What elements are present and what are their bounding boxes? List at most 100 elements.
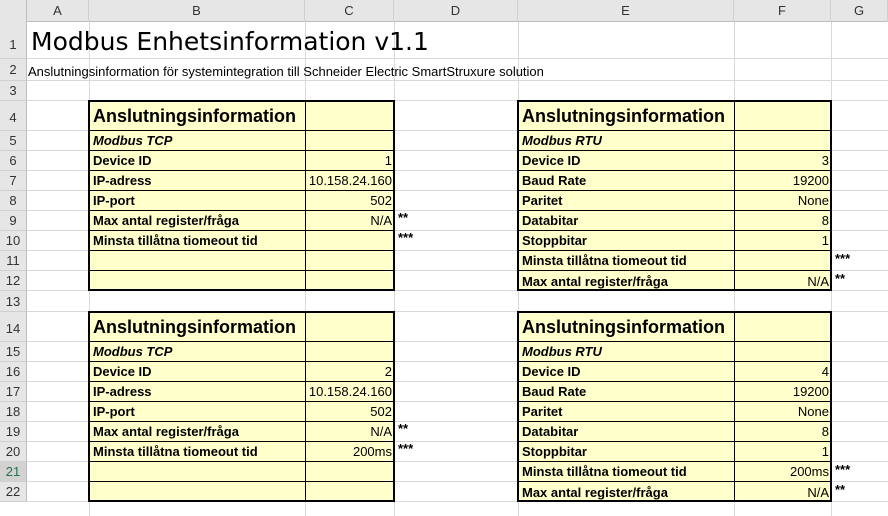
- column-header-a[interactable]: A: [27, 0, 89, 22]
- row-header-14[interactable]: 14: [0, 312, 27, 342]
- field-label-stop-bits[interactable]: Stoppbitar: [519, 442, 735, 462]
- field-label-parity[interactable]: Paritet: [519, 191, 735, 211]
- panel-protocol[interactable]: Modbus TCP: [90, 342, 306, 362]
- column-header-f[interactable]: F: [734, 0, 831, 22]
- field-label-timeout[interactable]: Minsta tillåtna tiomeout tid: [90, 231, 306, 251]
- field-label-empty[interactable]: [90, 482, 306, 502]
- panel-protocol-empty[interactable]: [735, 131, 832, 151]
- field-label-device-id[interactable]: Device ID: [90, 362, 306, 382]
- field-label-timeout[interactable]: Minsta tillåtna tiomeout tid: [519, 251, 735, 271]
- field-label-empty[interactable]: [90, 251, 306, 271]
- field-value-parity[interactable]: None: [735, 402, 832, 422]
- row-header-15[interactable]: 15: [0, 342, 27, 362]
- row-header-10[interactable]: 10: [0, 231, 27, 251]
- field-label-ip-port[interactable]: IP-port: [90, 402, 306, 422]
- field-value-timeout[interactable]: 200ms: [306, 442, 395, 462]
- row-header-16[interactable]: 16: [0, 362, 27, 382]
- field-value-device-id[interactable]: 2: [306, 362, 395, 382]
- row-header-19[interactable]: 19: [0, 422, 27, 442]
- field-label-stop-bits[interactable]: Stoppbitar: [519, 231, 735, 251]
- field-label-ip-address[interactable]: IP-adress: [90, 382, 306, 402]
- field-value-max-registers[interactable]: N/A: [735, 482, 832, 502]
- row-header-13[interactable]: 13: [0, 291, 27, 312]
- row-header-1[interactable]: 1: [0, 22, 27, 59]
- field-value-ip-address[interactable]: 10.158.24.160: [306, 171, 395, 191]
- panel-heading[interactable]: Anslutningsinformation: [90, 102, 306, 131]
- field-value-empty[interactable]: [306, 462, 395, 482]
- field-value-parity[interactable]: None: [735, 191, 832, 211]
- panel-protocol[interactable]: Modbus TCP: [90, 131, 306, 151]
- row-header-4[interactable]: 4: [0, 101, 27, 131]
- column-header-e[interactable]: E: [518, 0, 734, 22]
- row-header-11[interactable]: 11: [0, 251, 27, 271]
- field-label-ip-port[interactable]: IP-port: [90, 191, 306, 211]
- row-header-18[interactable]: 18: [0, 402, 27, 422]
- field-value-baud-rate[interactable]: 19200: [735, 171, 832, 191]
- field-value-empty[interactable]: [306, 271, 395, 291]
- field-label-baud-rate[interactable]: Baud Rate: [519, 171, 735, 191]
- column-header-c[interactable]: C: [305, 0, 394, 22]
- row-header-17[interactable]: 17: [0, 382, 27, 402]
- row-header-20[interactable]: 20: [0, 442, 27, 462]
- row-header-21[interactable]: 21: [0, 462, 27, 482]
- row-header-12[interactable]: 12: [0, 271, 27, 291]
- field-value-ip-port[interactable]: 502: [306, 191, 395, 211]
- field-label-empty[interactable]: [90, 271, 306, 291]
- field-label-ip-address[interactable]: IP-adress: [90, 171, 306, 191]
- field-value-device-id[interactable]: 3: [735, 151, 832, 171]
- field-value-timeout[interactable]: 200ms: [735, 462, 832, 482]
- field-value-max-registers[interactable]: N/A: [306, 422, 395, 442]
- panel-protocol-empty[interactable]: [306, 131, 395, 151]
- select-all-corner[interactable]: [0, 0, 27, 22]
- row-header-22[interactable]: 22: [0, 482, 27, 502]
- field-label-data-bits[interactable]: Databitar: [519, 422, 735, 442]
- field-label-timeout[interactable]: Minsta tillåtna tiomeout tid: [90, 442, 306, 462]
- column-header-d[interactable]: D: [394, 0, 518, 22]
- field-label-device-id[interactable]: Device ID: [519, 151, 735, 171]
- field-value-data-bits[interactable]: 8: [735, 422, 832, 442]
- field-label-max-registers[interactable]: Max antal register/fråga: [90, 211, 306, 231]
- field-value-ip-port[interactable]: 502: [306, 402, 395, 422]
- panel-heading[interactable]: Anslutningsinformation: [519, 102, 735, 131]
- row-header-6[interactable]: 6: [0, 151, 27, 171]
- field-value-stop-bits[interactable]: 1: [735, 442, 832, 462]
- row-header-3[interactable]: 3: [0, 81, 27, 101]
- field-value-device-id[interactable]: 1: [306, 151, 395, 171]
- panel-heading-empty[interactable]: [735, 313, 832, 342]
- field-value-device-id[interactable]: 4: [735, 362, 832, 382]
- row-header-2[interactable]: 2: [0, 59, 27, 81]
- field-value-ip-address[interactable]: 10.158.24.160: [306, 382, 395, 402]
- field-label-timeout[interactable]: Minsta tillåtna tiomeout tid: [519, 462, 735, 482]
- field-label-data-bits[interactable]: Databitar: [519, 211, 735, 231]
- field-value-timeout[interactable]: [735, 251, 832, 271]
- panel-protocol[interactable]: Modbus RTU: [519, 342, 735, 362]
- field-label-device-id[interactable]: Device ID: [519, 362, 735, 382]
- panel-heading-empty[interactable]: [306, 102, 395, 131]
- field-label-baud-rate[interactable]: Baud Rate: [519, 382, 735, 402]
- field-label-max-registers[interactable]: Max antal register/fråga: [519, 271, 735, 291]
- field-label-device-id[interactable]: Device ID: [90, 151, 306, 171]
- field-label-parity[interactable]: Paritet: [519, 402, 735, 422]
- field-value-timeout[interactable]: [306, 231, 395, 251]
- field-value-stop-bits[interactable]: 1: [735, 231, 832, 251]
- panel-protocol[interactable]: Modbus RTU: [519, 131, 735, 151]
- field-value-data-bits[interactable]: 8: [735, 211, 832, 231]
- field-value-max-registers[interactable]: N/A: [306, 211, 395, 231]
- field-value-empty[interactable]: [306, 251, 395, 271]
- panel-heading-empty[interactable]: [735, 102, 832, 131]
- field-value-empty[interactable]: [306, 482, 395, 502]
- column-header-b[interactable]: B: [89, 0, 305, 22]
- field-value-max-registers[interactable]: N/A: [735, 271, 832, 291]
- row-header-9[interactable]: 9: [0, 211, 27, 231]
- panel-protocol-empty[interactable]: [306, 342, 395, 362]
- panel-heading[interactable]: Anslutningsinformation: [519, 313, 735, 342]
- row-header-7[interactable]: 7: [0, 171, 27, 191]
- field-label-max-registers[interactable]: Max antal register/fråga: [90, 422, 306, 442]
- panel-heading-empty[interactable]: [306, 313, 395, 342]
- field-label-max-registers[interactable]: Max antal register/fråga: [519, 482, 735, 502]
- field-value-baud-rate[interactable]: 19200: [735, 382, 832, 402]
- panel-protocol-empty[interactable]: [735, 342, 832, 362]
- row-header-5[interactable]: 5: [0, 131, 27, 151]
- row-header-8[interactable]: 8: [0, 191, 27, 211]
- field-label-empty[interactable]: [90, 462, 306, 482]
